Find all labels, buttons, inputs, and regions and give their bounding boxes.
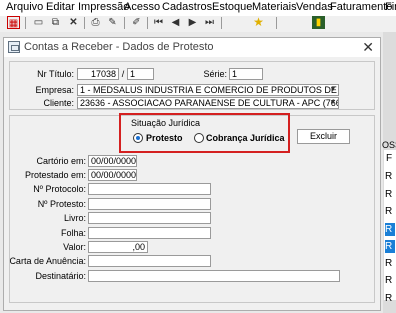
destinatario-label: Destinatário: — [35, 271, 86, 281]
new-document-icon[interactable]: ▭ — [32, 16, 45, 29]
empresa-select[interactable]: 1 - MEDSALUS INDUSTRIA E COMERCIO DE PRO… — [77, 84, 339, 96]
protocolo-field[interactable] — [88, 183, 211, 195]
folha-field[interactable] — [88, 227, 211, 239]
delete-icon[interactable]: ✕ — [67, 16, 80, 29]
toolbar-separator — [147, 17, 148, 29]
toolbar-separator — [221, 17, 222, 29]
chevron-down-icon[interactable]: ▼ — [328, 98, 338, 108]
toolbar-separator — [25, 17, 26, 29]
favorite-star-icon[interactable]: ★ — [252, 16, 265, 29]
next-record-icon[interactable]: ▶ — [186, 16, 199, 29]
grid-cell[interactable]: R — [385, 274, 395, 287]
situacao-juridica-group: Situação Jurídica Protesto Cobrança Jurí… — [119, 113, 290, 153]
menu-fin[interactable]: Fin — [385, 1, 396, 13]
toolbar-separator — [124, 17, 125, 29]
empresa-label: Empresa: — [35, 85, 74, 95]
protestado-date-field[interactable]: 00/00/0000 — [88, 169, 137, 181]
chevron-down-icon[interactable]: ▼ — [328, 85, 338, 95]
copy-icon[interactable]: ⧉ — [49, 16, 62, 29]
grid-cell-selected[interactable]: R — [385, 223, 395, 236]
background-grid-header: F — [386, 153, 393, 164]
situacao-juridica-title: Situação Jurídica — [131, 118, 201, 128]
edit-icon[interactable]: ✎ — [106, 16, 119, 29]
nr-titulo-seq-field[interactable]: 1 — [127, 68, 154, 80]
protest-dialog: Contas a Receber - Dados de Protesto ✕ N… — [3, 37, 381, 311]
nr-titulo-separator: / — [121, 69, 125, 79]
menu-arquivo[interactable]: Arquivo — [6, 1, 43, 13]
serie-label: Série: — [203, 69, 227, 79]
livro-label: Livro: — [63, 213, 86, 223]
pencil-icon[interactable]: ✐ — [130, 16, 143, 29]
protocolo-label: Nº Protocolo: — [33, 184, 86, 194]
menubar: Arquivo Editar Impressão Acesso Cadastro… — [0, 0, 396, 16]
menu-vendas[interactable]: Vendas — [296, 1, 333, 13]
protesto-field[interactable] — [88, 198, 211, 210]
radio-protesto-label[interactable]: Protesto — [146, 133, 183, 143]
protesto-label: Nº Protesto: — [37, 199, 86, 209]
previous-record-icon[interactable]: ◀ — [169, 16, 182, 29]
dialog-title: Contas a Receber - Dados de Protesto — [24, 41, 214, 53]
exit-icon[interactable]: ▮ — [312, 16, 325, 29]
close-icon[interactable]: ✕ — [362, 39, 374, 56]
carta-anuencia-field[interactable] — [88, 255, 211, 267]
nr-titulo-field[interactable]: 17038 — [77, 68, 119, 80]
cliente-value: 23636 - ASSOCIACAO PARANAENSE DE CULTURA… — [80, 98, 338, 108]
menu-cadastros[interactable]: Cadastros — [162, 1, 212, 13]
grid-cell[interactable]: R — [385, 170, 395, 183]
folha-label: Folha: — [60, 228, 86, 238]
window-icon — [8, 41, 20, 53]
grid-cell[interactable]: R — [385, 188, 395, 201]
menu-editar[interactable]: Editar — [46, 1, 75, 13]
cartorio-label: Cartório em: — [36, 156, 86, 166]
grid-cell[interactable]: R — [385, 257, 395, 270]
livro-field[interactable] — [88, 212, 211, 224]
carta-anuencia-label: Carta de Anuência: — [9, 256, 86, 266]
protestado-label: Protestado em: — [24, 170, 86, 180]
nr-titulo-label: Nr Título: — [37, 69, 74, 79]
menu-faturamento[interactable]: Faturamento — [330, 1, 392, 13]
radio-cobranca-juridica[interactable] — [194, 133, 204, 143]
first-record-icon[interactable]: ⏮ — [152, 16, 165, 29]
grid-cell[interactable]: R — [385, 205, 395, 218]
cliente-select[interactable]: 23636 - ASSOCIACAO PARANAENSE DE CULTURA… — [77, 97, 339, 109]
menu-impressao[interactable]: Impressão — [78, 1, 129, 13]
grid-cell[interactable]: R — [385, 292, 395, 305]
radio-cobranca-juridica-label[interactable]: Cobrança Jurídica — [206, 133, 285, 143]
menu-materiais[interactable]: Materiais — [252, 1, 297, 13]
last-record-icon[interactable]: ⏭ — [203, 16, 216, 29]
toolbar-separator — [276, 17, 277, 29]
print-icon[interactable]: ⎙ — [89, 16, 102, 29]
cartorio-date-field[interactable]: 00/00/0000 — [88, 155, 137, 167]
toolbar: ▦ ▭ ⧉ ✕ ⎙ ✎ ✐ ⏮ ◀ ▶ ⏭ ★ ▮ — [0, 16, 396, 32]
valor-label: Valor: — [63, 242, 86, 252]
destinatario-field[interactable] — [88, 270, 340, 282]
grid-cell-selected[interactable]: R — [385, 240, 395, 253]
dialog-titlebar[interactable]: Contas a Receber - Dados de Protesto ✕ — [4, 38, 380, 57]
radio-protesto[interactable] — [133, 133, 143, 143]
empresa-value: 1 - MEDSALUS INDUSTRIA E COMERCIO DE PRO… — [80, 85, 338, 95]
cliente-label: Cliente: — [43, 98, 74, 108]
background-tab-text: OS> — [382, 140, 396, 150]
menu-estoque[interactable]: Estoque — [212, 1, 252, 13]
valor-field[interactable]: ,00 — [88, 241, 148, 253]
serie-field[interactable]: 1 — [229, 68, 263, 80]
toolbar-separator — [84, 17, 85, 29]
calculator-icon[interactable]: ▦ — [7, 16, 20, 29]
excluir-button[interactable]: Excluir — [297, 129, 350, 144]
menu-acesso[interactable]: Acesso — [124, 1, 160, 13]
